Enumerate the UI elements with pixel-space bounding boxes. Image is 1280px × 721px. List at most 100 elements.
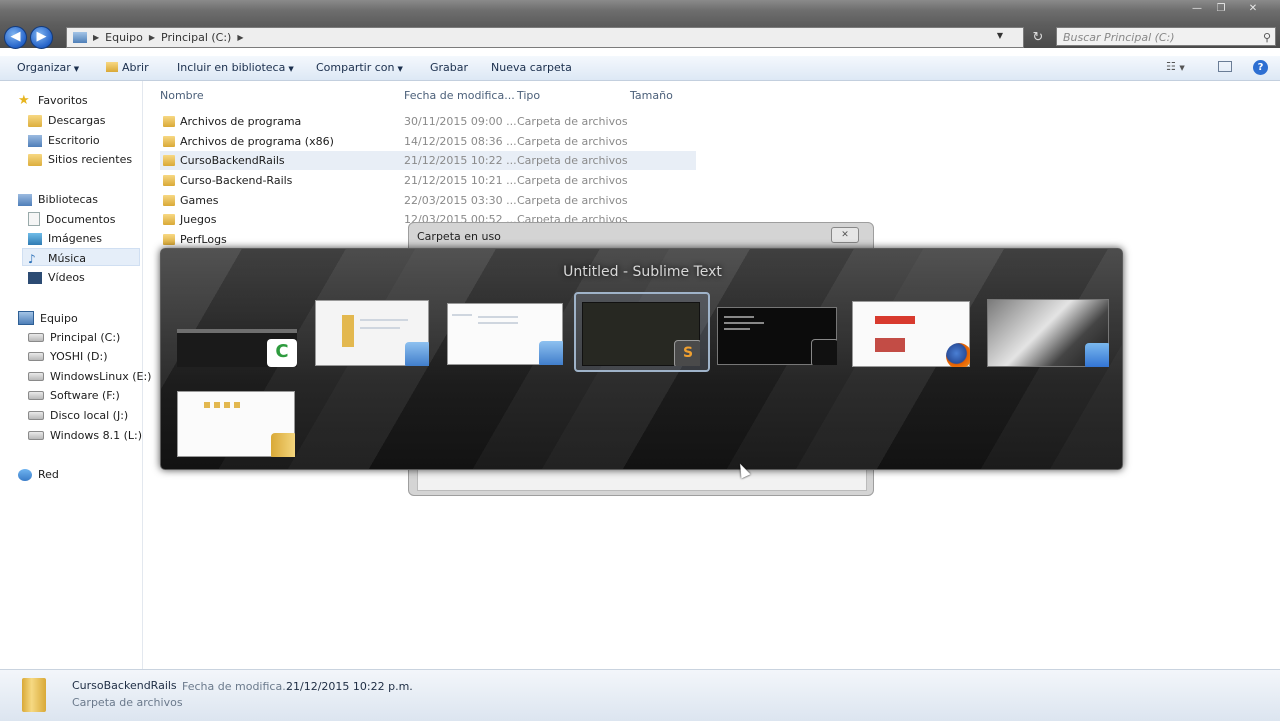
- breadcrumb-equipo[interactable]: Equipo: [105, 31, 143, 44]
- window-switcher: Untitled - Sublime Text C S: [160, 248, 1123, 470]
- breadcrumb-separator-icon[interactable]: ▶: [237, 33, 243, 42]
- maximize-button[interactable]: ❐: [1210, 2, 1232, 16]
- folder-icon: [163, 195, 175, 206]
- nav-documents[interactable]: Documentos: [28, 212, 115, 226]
- nav-network-label: Red: [38, 468, 59, 481]
- file-row[interactable]: Archivos de programa 30/11/2015 09:00 ..…: [160, 112, 696, 131]
- forward-button[interactable]: ▶: [30, 26, 53, 49]
- file-type: Carpeta de archivos: [517, 115, 628, 128]
- nav-images[interactable]: Imágenes: [28, 232, 102, 245]
- nav-libraries[interactable]: Bibliotecas: [18, 193, 98, 206]
- nav-favorites-label: Favoritos: [38, 94, 88, 107]
- star-icon: ★: [18, 92, 30, 108]
- switcher-thumb-firefox[interactable]: [852, 301, 970, 367]
- file-row[interactable]: Games 22/03/2015 03:30 ... Carpeta de ar…: [160, 191, 696, 210]
- drive-icon: [28, 391, 44, 400]
- switcher-thumb-photo-viewer[interactable]: [987, 299, 1109, 367]
- file-date: 21/12/2015 10:21 ...: [404, 174, 517, 187]
- explorer-icon: [405, 342, 429, 366]
- nav-drive-f[interactable]: Software (F:): [28, 389, 120, 402]
- drive-icon: [28, 411, 44, 420]
- search-input[interactable]: Buscar Principal (C:) ⚲: [1056, 27, 1276, 46]
- open-label: Abrir: [122, 61, 149, 74]
- organize-button[interactable]: Organizar ▼: [17, 61, 79, 74]
- nav-desktop[interactable]: Escritorio: [28, 134, 100, 147]
- folder-open-icon: [106, 62, 118, 72]
- close-button[interactable]: ✕: [1242, 2, 1264, 16]
- minimize-button[interactable]: —: [1186, 2, 1208, 16]
- downloads-folder-icon: [28, 114, 42, 127]
- nav-network[interactable]: Red: [18, 468, 59, 481]
- nav-images-label: Imágenes: [48, 232, 102, 245]
- back-button[interactable]: ◀: [4, 26, 27, 49]
- breadcrumb-separator-icon[interactable]: ▶: [149, 33, 155, 42]
- nav-favorites[interactable]: ★ Favoritos: [18, 92, 88, 108]
- nav-recent[interactable]: Sitios recientes: [28, 153, 132, 166]
- nav-drive-e[interactable]: WindowsLinux (E:): [28, 370, 151, 383]
- drive-icon: [28, 372, 44, 381]
- refresh-button[interactable]: ↻: [1028, 29, 1048, 46]
- file-row-selected[interactable]: CursoBackendRails 21/12/2015 10:22 ... C…: [160, 151, 696, 170]
- share-button[interactable]: Compartir con ▼: [316, 61, 403, 74]
- nav-music[interactable]: ♪ Música: [28, 252, 86, 265]
- open-button[interactable]: Abrir: [106, 61, 149, 74]
- preview-pane-icon[interactable]: [1218, 61, 1232, 72]
- address-dropdown-icon[interactable]: ▼: [997, 31, 1003, 40]
- column-header-type[interactable]: Tipo: [517, 89, 540, 102]
- dialog-close-button[interactable]: ✕: [831, 227, 859, 243]
- nav-downloads[interactable]: Descargas: [28, 114, 106, 127]
- folder-icon: [163, 214, 175, 225]
- include-library-label: Incluir en biblioteca: [177, 61, 286, 74]
- folder-icon: [163, 175, 175, 186]
- recent-places-icon: [28, 153, 42, 166]
- organize-label: Organizar: [17, 61, 71, 74]
- column-header-name[interactable]: Nombre: [160, 89, 204, 102]
- libraries-icon: [18, 193, 32, 206]
- switcher-thumb-explorer-2[interactable]: [447, 303, 563, 365]
- search-icon[interactable]: ⚲: [1263, 28, 1271, 47]
- nav-videos[interactable]: Vídeos: [28, 271, 85, 284]
- nav-music-label: Música: [48, 252, 87, 265]
- breadcrumb-separator-icon[interactable]: ▶: [93, 33, 99, 42]
- window-title-bar: — ❐ ✕: [0, 0, 1280, 26]
- folder-icon: [163, 116, 175, 127]
- library-folder-icon: [271, 433, 295, 457]
- nav-drive-l[interactable]: Windows 8.1 (L:): [28, 429, 142, 442]
- include-library-button[interactable]: Incluir en biblioteca ▼: [177, 61, 294, 74]
- change-view-icon[interactable]: ☷ ▼: [1166, 60, 1185, 73]
- nav-videos-label: Vídeos: [48, 271, 85, 284]
- nav-computer-label: Equipo: [40, 311, 78, 325]
- nav-computer[interactable]: Equipo: [18, 311, 78, 325]
- nav-drive-label: Windows 8.1 (L:): [50, 429, 143, 442]
- file-date: 30/11/2015 09:00 ...: [404, 115, 517, 128]
- switcher-thumb-sublime[interactable]: S: [582, 302, 700, 366]
- file-name: Games: [180, 194, 219, 207]
- images-icon: [28, 232, 42, 245]
- switcher-thumb-camtasia[interactable]: C: [177, 329, 297, 367]
- nav-drive-d[interactable]: YOSHI (D:): [28, 350, 108, 363]
- switcher-thumb-explorer-1[interactable]: [315, 300, 429, 366]
- switcher-thumb-terminal[interactable]: [717, 307, 837, 365]
- nav-drive-label: YOSHI (D:): [50, 350, 108, 363]
- breadcrumb-principal[interactable]: Principal (C:): [161, 31, 231, 44]
- new-folder-button[interactable]: Nueva carpeta: [491, 61, 572, 74]
- drive-icon: [28, 431, 44, 440]
- folder-icon: [163, 234, 175, 245]
- burn-button[interactable]: Grabar: [430, 61, 468, 74]
- file-name: Archivos de programa: [180, 115, 302, 128]
- file-row[interactable]: Archivos de programa (x86) 14/12/2015 08…: [160, 132, 696, 151]
- nav-drive-j[interactable]: Disco local (J:): [28, 409, 128, 422]
- help-icon[interactable]: ?: [1253, 60, 1268, 75]
- chevron-down-icon: ▼: [73, 65, 80, 73]
- terminal-icon: [811, 339, 837, 365]
- file-row[interactable]: Curso-Backend-Rails 21/12/2015 10:21 ...…: [160, 171, 696, 190]
- column-header-date[interactable]: Fecha de modifica...: [404, 89, 515, 102]
- chevron-down-icon: ▼: [288, 65, 294, 73]
- column-header-size[interactable]: Tamaño: [630, 89, 673, 102]
- nav-drive-c[interactable]: Principal (C:): [28, 331, 120, 344]
- switcher-thumb-explorer-3[interactable]: [177, 391, 295, 457]
- address-bar[interactable]: ▶ Equipo ▶ Principal (C:) ▶ ▼: [66, 27, 1024, 48]
- file-type: Carpeta de archivos: [517, 174, 628, 187]
- document-icon: [28, 212, 40, 226]
- file-name: PerfLogs: [180, 233, 227, 246]
